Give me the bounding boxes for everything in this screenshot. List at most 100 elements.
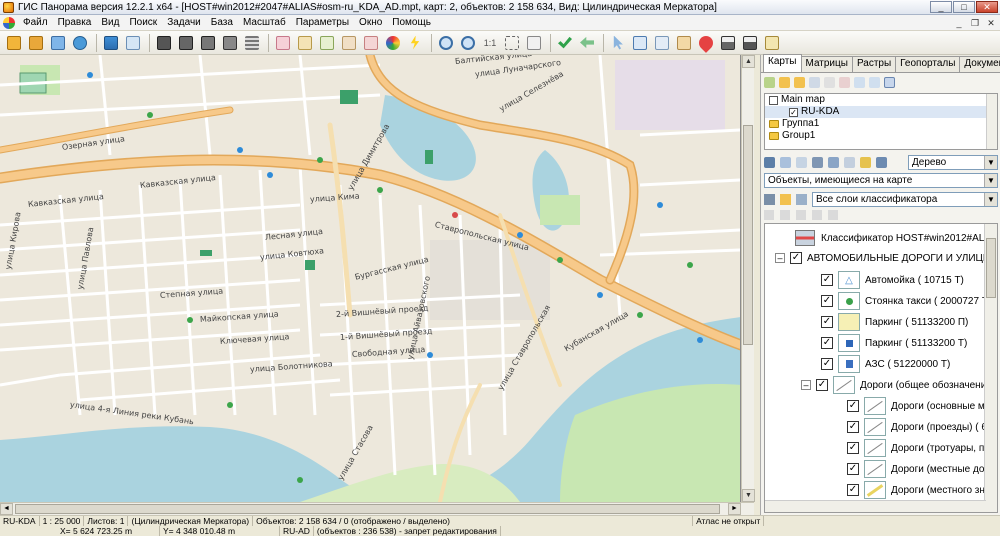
info-button[interactable] (630, 33, 650, 53)
collapse-icon[interactable]: – (775, 253, 785, 263)
open-db-button[interactable] (48, 33, 68, 53)
remove-icon[interactable] (839, 76, 850, 88)
move-object-button[interactable] (339, 33, 359, 53)
scroll-right-icon[interactable]: ► (728, 503, 741, 515)
legend-item[interactable]: ✓ Дороги (местные дороги) (847, 459, 997, 479)
menu-parameters[interactable]: Параметры (291, 15, 354, 31)
tree-item-group1-ru[interactable]: Группа1 (765, 118, 997, 130)
maximize-button[interactable]: □ (953, 1, 975, 13)
chevron-down-icon[interactable]: ▼ (984, 174, 997, 187)
line-tool-icon[interactable] (780, 210, 790, 220)
legend-select-icon[interactable] (780, 157, 791, 168)
pin-button[interactable] (696, 32, 716, 53)
mdi-restore-icon[interactable]: ❐ (968, 17, 982, 29)
add-map-icon[interactable] (764, 76, 775, 88)
menu-help[interactable]: Помощь (387, 15, 436, 31)
checkbox[interactable]: ✓ (821, 274, 833, 286)
checkbox[interactable]: ✓ (847, 421, 859, 433)
legend-style-icon[interactable] (812, 157, 823, 168)
checkbox[interactable]: ✓ (821, 316, 833, 328)
polygon-tool-icon[interactable] (796, 210, 806, 220)
tree-item-group1[interactable]: Group1 (765, 130, 997, 142)
symbol-tool-icon[interactable] (828, 210, 838, 220)
legend-item[interactable]: ✓ АЗС ( 51220000 Т) (821, 354, 950, 374)
legend-horizontal-scrollbar[interactable] (765, 500, 986, 512)
menu-edit[interactable]: Правка (53, 15, 97, 31)
objects-filter-select[interactable]: Объекты, имеющиеся на карте ▼ (764, 173, 998, 188)
legend-visibility-icon[interactable] (764, 157, 775, 168)
search-next-button[interactable] (176, 33, 196, 53)
mdi-close-icon[interactable]: ✕ (984, 17, 998, 29)
legend-star-icon[interactable] (860, 157, 871, 168)
classifier-row[interactable]: Классификатор HOST#win2012#ALIAS#OS (795, 228, 997, 248)
menu-database[interactable]: База (206, 15, 238, 31)
zoom-one-button[interactable]: 1:1 (480, 33, 500, 53)
legend-group-row[interactable]: – ✓ АВТОМОБИЛЬНЫЕ ДОРОГИ И УЛИЦЫ (775, 248, 992, 268)
checkbox[interactable]: ✓ (847, 484, 859, 496)
search-filter-button[interactable] (220, 33, 240, 53)
tree-item-main-map[interactable]: Main map (765, 94, 997, 106)
legend-zoom-icon[interactable] (844, 157, 855, 168)
scroll-thumb[interactable] (15, 504, 720, 514)
legend-item[interactable]: ✓ Стоянка такси ( 2000727 Т) (821, 291, 991, 311)
tab-rasters[interactable]: Растры (851, 56, 897, 72)
legend-item[interactable]: ✓ △ Автомойка ( 10715 Т) (821, 270, 964, 290)
properties-icon[interactable] (809, 76, 820, 88)
text-tool-button[interactable] (652, 33, 672, 53)
view-mode-select[interactable]: Дерево ▼ (908, 155, 998, 170)
checkbox[interactable]: ✓ (816, 379, 828, 391)
menu-scale[interactable]: Масштаб (238, 15, 291, 31)
open-folder-icon[interactable] (779, 76, 790, 88)
legend-item[interactable]: ✓ Дороги (местного значен (847, 480, 997, 500)
legend-sort-icon[interactable] (876, 157, 887, 168)
scroll-thumb[interactable] (743, 125, 753, 345)
status-scale[interactable]: 1 : 25 000 (40, 516, 85, 526)
scroll-left-icon[interactable]: ◄ (0, 503, 13, 515)
select-button[interactable] (608, 33, 628, 53)
print-preview-button[interactable] (740, 33, 760, 53)
legend-vertical-scrollbar[interactable] (984, 224, 997, 512)
back-button[interactable] (577, 33, 597, 53)
mdi-minimize-icon[interactable]: _ (952, 17, 966, 29)
menu-window[interactable]: Окно (354, 15, 387, 31)
minimize-button[interactable]: _ (930, 1, 952, 13)
tab-documents[interactable]: Докумен (959, 56, 1000, 72)
chevron-down-icon[interactable]: ▼ (984, 156, 997, 169)
open-raster-button[interactable] (70, 33, 90, 53)
layer-settings-icon[interactable] (780, 194, 791, 205)
copy-icon[interactable] (824, 76, 835, 88)
map-canvas[interactable]: Озерная улица Кавказская улица Кавказска… (0, 55, 741, 502)
open-data-button[interactable] (26, 33, 46, 53)
checkbox[interactable]: ✓ (847, 442, 859, 454)
move-up-icon[interactable] (854, 76, 865, 88)
properties-button[interactable] (383, 33, 403, 53)
menu-file[interactable]: Файл (18, 15, 53, 31)
chevron-down-icon[interactable]: ▼ (984, 193, 997, 206)
legend-item[interactable]: ✓ Дороги (основные местны (847, 396, 997, 416)
checkbox[interactable]: ✓ (789, 107, 798, 117)
print-button[interactable] (718, 33, 738, 53)
checkbox[interactable]: ✓ (790, 252, 802, 264)
menu-view[interactable]: Вид (96, 15, 124, 31)
zoom-out-button[interactable] (436, 33, 456, 53)
checkbox[interactable]: ✓ (847, 400, 859, 412)
new-group-icon[interactable] (794, 76, 805, 88)
list-button[interactable] (242, 33, 262, 53)
zoom-area-button[interactable] (524, 33, 544, 53)
legend-filter-icon[interactable] (796, 157, 807, 168)
legend-grid-icon[interactable] (828, 157, 839, 168)
measure-button[interactable] (674, 33, 694, 53)
layers-settings-icon[interactable] (884, 76, 895, 88)
checkbox[interactable]: ✓ (847, 463, 859, 475)
checkbox[interactable]: ✓ (821, 295, 833, 307)
search-all-button[interactable] (198, 33, 218, 53)
open-map-button[interactable] (4, 33, 24, 53)
checkbox[interactable]: ✓ (821, 358, 833, 370)
layer-icon[interactable] (764, 194, 775, 205)
layers-button[interactable] (101, 33, 121, 53)
help-button[interactable] (762, 33, 782, 53)
legend-item[interactable]: – ✓ Дороги (общее обозначение) ( 6 (801, 375, 997, 395)
add-point-button[interactable] (317, 33, 337, 53)
legend-item[interactable]: ✓ Дороги (тротуары, пешех (847, 438, 997, 458)
legend-item[interactable]: ✓ Паркинг ( 51133200 П) (821, 312, 968, 332)
